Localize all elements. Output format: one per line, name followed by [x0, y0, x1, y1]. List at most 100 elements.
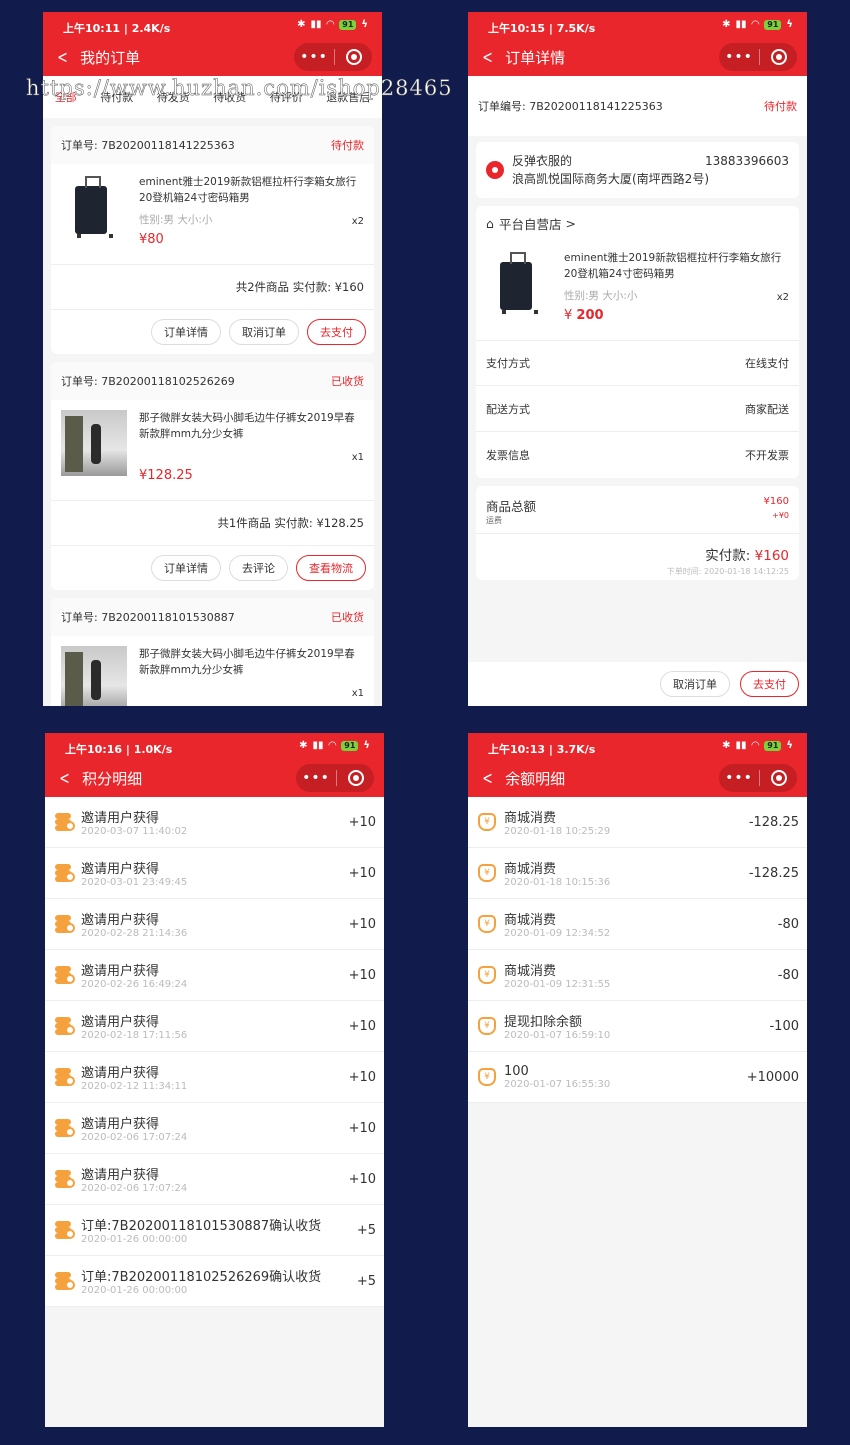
shop-name: 平台自营店	[498, 216, 562, 232]
order-card: 订单号: 7B20200118102526269 已收货 那子微胖女装大码小脚毛边…	[51, 362, 374, 590]
close-target-icon[interactable]	[760, 770, 797, 786]
order-status: 已收货	[331, 611, 364, 624]
money-bag-icon: ¥	[478, 1068, 496, 1086]
logistics-button[interactable]: 查看物流	[296, 555, 366, 581]
item-amount: +10	[348, 967, 376, 983]
item-date: 2020-01-09 12:34:52	[504, 928, 611, 939]
review-button[interactable]: 去评论	[229, 555, 288, 581]
close-target-icon[interactable]	[337, 770, 374, 786]
freight: +¥0	[772, 511, 789, 520]
pay-button[interactable]: 去支付	[740, 671, 799, 697]
product-name: eminent雅士2019新款铝框拉杆行李箱女旅行20登机箱24寸密码箱男	[139, 176, 357, 204]
list-item: ¥ 提现扣除余额 2020-01-07 16:59:10 -100	[468, 1001, 807, 1052]
page-title: 订单详情	[505, 48, 566, 67]
order-summary: 共2件商品 实付款: ¥160	[51, 264, 374, 309]
item-date: 2020-03-01 23:49:45	[81, 877, 188, 888]
order-time: 下单时间: 2020-01-18 14:12:25	[666, 567, 789, 576]
charging-icon: ϟ	[786, 19, 793, 30]
points-list: 邀请用户获得 2020-03-07 11:40:02 +10 邀请用户获得 2020-0…	[45, 797, 384, 1307]
receiver-phone: 13883396603	[705, 154, 789, 168]
order-number-row: 订单编号: 7B20200118141225363 待付款	[468, 76, 807, 136]
money-bag-icon: ¥	[478, 864, 496, 882]
coins-icon	[55, 813, 75, 831]
item-date: 2020-02-12 11:34:11	[81, 1081, 188, 1092]
order-number: 订单编号: 7B20200118141225363	[478, 100, 663, 113]
item-amount: +5	[356, 1222, 376, 1238]
status-bar: 上午10:15 | 7.5K/s ✱ ▮▮ ◠ 91 ϟ	[468, 12, 807, 38]
list-item: ¥ 商城消费 2020-01-18 10:15:36 -128.25	[468, 848, 807, 899]
money-bag-icon: ¥	[478, 915, 496, 933]
status-bar: 上午10:13 | 3.7K/s ✱ ▮▮ ◠ 91 ϟ	[468, 733, 807, 759]
item-amount: +10	[348, 1120, 376, 1136]
product-price: ¥128.25	[139, 468, 193, 483]
back-arrow-icon[interactable]: <	[57, 47, 68, 68]
back-arrow-icon[interactable]: <	[482, 47, 493, 68]
product-spec: 性别:男 大小:小	[139, 214, 213, 226]
item-title: 商城消费	[504, 964, 557, 979]
item-title: 订单:7B20200118101530887确认收货	[81, 1219, 322, 1234]
coins-icon	[55, 1017, 75, 1035]
cancel-order-button[interactable]: 取消订单	[660, 671, 730, 697]
more-icon[interactable]: •••	[294, 49, 334, 65]
coins-icon	[55, 1221, 75, 1239]
item-title: 商城消费	[504, 862, 557, 877]
item-title: 提现扣除余额	[504, 1015, 583, 1030]
mini-program-capsule: •••	[719, 43, 797, 71]
item-amount: +10	[348, 865, 376, 881]
more-icon[interactable]: •••	[296, 770, 336, 786]
header: 上午10:15 | 7.5K/s ✱ ▮▮ ◠ 91 ϟ < 订单详情 •••	[468, 12, 807, 76]
list-item: ¥ 商城消费 2020-01-09 12:34:52 -80	[468, 899, 807, 950]
close-target-icon[interactable]	[760, 49, 797, 65]
product-qty: x2	[351, 216, 364, 227]
delivery-row: 配送方式 商家配送	[476, 386, 799, 432]
order-detail-button[interactable]: 订单详情	[151, 555, 221, 581]
order-no-label: 订单号:	[61, 611, 98, 624]
shop-row[interactable]: ⌂ 平台自营店 >	[476, 206, 799, 240]
pay-button[interactable]: 去支付	[307, 319, 366, 345]
close-target-icon[interactable]	[335, 49, 372, 65]
back-arrow-icon[interactable]: <	[482, 768, 493, 789]
payment-method-label: 支付方式	[486, 357, 530, 370]
order-item[interactable]: eminent雅士2019新款铝框拉杆行李箱女旅行20登机箱24寸密码箱男 性别:…	[476, 240, 799, 340]
signal-icon: ▮▮	[312, 740, 324, 751]
invoice-label: 发票信息	[486, 449, 530, 462]
goods-total: ¥160	[763, 496, 789, 507]
charging-icon: ϟ	[363, 740, 370, 751]
more-icon[interactable]: •••	[719, 770, 759, 786]
item-date: 2020-01-26 00:00:00	[81, 1234, 188, 1245]
order-no: 7B20200118141225363	[101, 139, 235, 152]
order-detail-button[interactable]: 订单详情	[151, 319, 221, 345]
item-title: 邀请用户获得	[81, 811, 160, 826]
item-date: 2020-03-07 11:40:02	[81, 826, 188, 837]
order-no: 7B20200118102526269	[101, 375, 235, 388]
address-card[interactable]: 反弹衣服的 13883396603 浪高凯悦国际商务大厦(南坪西路2号)	[476, 142, 799, 198]
item-title: 商城消费	[504, 811, 557, 826]
order-item[interactable]: eminent雅士2019新款铝框拉杆行李箱女旅行20登机箱24寸密码箱男性别:…	[51, 164, 374, 264]
list-item: ¥ 商城消费 2020-01-18 10:25:29 -128.25	[468, 797, 807, 848]
bluetooth-icon: ✱	[299, 740, 308, 751]
order-status: 已收货	[331, 375, 364, 388]
product-name: 那子微胖女装大码小脚毛边牛仔裤女2019早春新款胖mm九分少女裤	[139, 412, 355, 440]
item-date: 2020-01-18 10:25:29	[504, 826, 611, 837]
header: 上午10:13 | 3.7K/s ✱ ▮▮ ◠ 91 ϟ < 余额明细 •••	[468, 733, 807, 797]
item-amount: -80	[777, 967, 799, 983]
paid-amount: ¥160	[754, 548, 789, 564]
back-arrow-icon[interactable]: <	[59, 768, 70, 789]
page-title: 余额明细	[505, 769, 566, 788]
item-title: 邀请用户获得	[81, 1117, 160, 1132]
item-amount: -100	[769, 1018, 799, 1034]
item-date: 2020-01-26 00:00:00	[81, 1285, 188, 1296]
list-item: 邀请用户获得 2020-02-06 17:07:24 +10	[45, 1103, 384, 1154]
order-item[interactable]: 那子微胖女装大码小脚毛边牛仔裤女2019早春新款胖mm九分少女裤 x1	[51, 636, 374, 706]
more-icon[interactable]: •••	[719, 49, 759, 65]
charging-icon: ϟ	[786, 740, 793, 751]
price-symbol: ¥	[564, 308, 573, 323]
cancel-order-button[interactable]: 取消订单	[229, 319, 299, 345]
item-title: 邀请用户获得	[81, 1015, 160, 1030]
list-item: 邀请用户获得 2020-02-28 21:14:36 +10	[45, 899, 384, 950]
product-image	[486, 250, 552, 316]
status-time: 上午10:15 | 7.5K/s	[488, 22, 596, 35]
home-icon: ⌂	[486, 215, 494, 231]
order-item[interactable]: 那子微胖女装大码小脚毛边牛仔裤女2019早春新款胖mm九分少女裤 ¥128.25 …	[51, 400, 374, 500]
list-item: 邀请用户获得 2020-03-07 11:40:02 +10	[45, 797, 384, 848]
